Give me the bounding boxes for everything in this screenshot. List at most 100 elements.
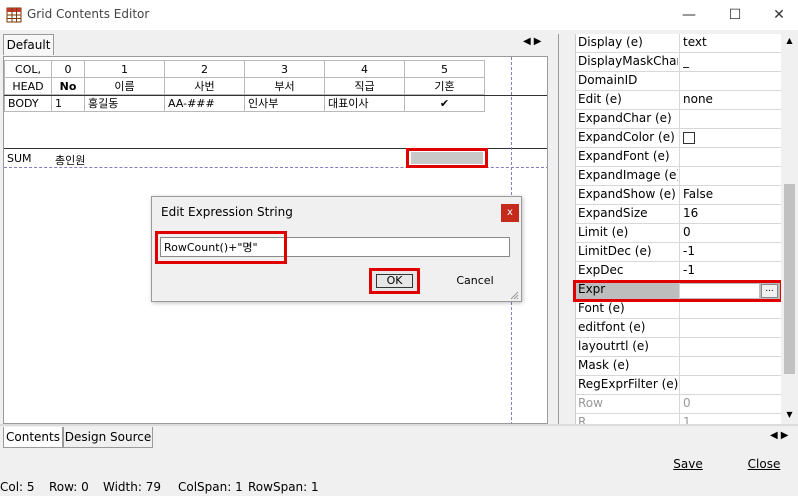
- head-cell[interactable]: 사번: [164, 77, 245, 95]
- head-cell[interactable]: 기혼: [404, 77, 485, 95]
- edit-expression-dialog: Edit Expression String x OK Cancel: [151, 196, 522, 302]
- property-row[interactable]: editfont (e): [576, 319, 781, 338]
- expression-highlight-box: [155, 231, 287, 264]
- tab-scroll-arrows[interactable]: ◀▶: [523, 36, 544, 47]
- ok-focus-rect: [376, 274, 413, 288]
- property-row[interactable]: ExpDec -1: [576, 262, 781, 281]
- property-name: Mask (e): [578, 358, 630, 372]
- property-name: RegExprFilter (e): [578, 377, 678, 391]
- property-name: ExpDec: [578, 263, 624, 277]
- sum-cell-highlight-box: [406, 148, 488, 168]
- head-cell[interactable]: 부서: [244, 77, 325, 95]
- property-name: editfont (e): [578, 320, 646, 334]
- col-index-cell[interactable]: 5: [404, 60, 485, 78]
- property-separator: [679, 300, 680, 319]
- tab-contents[interactable]: Contents: [3, 427, 63, 448]
- col-index-cell[interactable]: 3: [244, 60, 325, 78]
- col-index-row: COL, 0 1 2 3 4 5: [4, 60, 485, 78]
- property-row[interactable]: ExpandFont (e): [576, 148, 781, 167]
- property-value[interactable]: -1: [683, 244, 778, 258]
- col-index-cell[interactable]: 2: [164, 60, 245, 78]
- color-swatch-checkbox[interactable]: [683, 132, 695, 144]
- property-name: ExpandSize: [578, 206, 648, 220]
- property-value[interactable]: 0: [683, 396, 778, 410]
- col-index-cell[interactable]: 4: [324, 60, 405, 78]
- property-row[interactable]: Row 0: [576, 395, 781, 414]
- property-row[interactable]: ExpandShow (e) False: [576, 186, 781, 205]
- tab-default[interactable]: Default: [3, 34, 54, 55]
- property-row[interactable]: ExpandChar (e): [576, 110, 781, 129]
- body-cell[interactable]: 인사부: [244, 94, 325, 112]
- body-cell[interactable]: AA-###: [164, 94, 245, 112]
- minimize-button[interactable]: —: [666, 0, 712, 30]
- resize-grip-icon[interactable]: [509, 290, 519, 300]
- property-separator: [679, 357, 680, 376]
- body-checkbox-cell[interactable]: ✔: [404, 94, 485, 112]
- property-row[interactable]: R... 1: [576, 414, 781, 424]
- scroll-down-arrow-icon[interactable]: ▼: [781, 410, 798, 419]
- maximize-button[interactable]: ☐: [712, 0, 758, 30]
- ok-button[interactable]: OK: [369, 268, 420, 294]
- title-bar: Grid Contents Editor — ☐ ✕: [0, 0, 798, 30]
- close-button[interactable]: Close: [740, 457, 788, 471]
- property-row[interactable]: LimitDec (e) -1: [576, 243, 781, 262]
- scroll-thumb[interactable]: [784, 184, 795, 374]
- property-separator: [679, 319, 680, 338]
- property-name: ExpandShow (e): [578, 187, 676, 201]
- property-value[interactable]: [683, 130, 778, 147]
- property-separator: [679, 262, 680, 281]
- head-label: HEAD: [4, 77, 52, 95]
- property-separator: [679, 72, 680, 91]
- scroll-up-arrow-icon[interactable]: ▲: [781, 36, 798, 45]
- property-row[interactable]: Edit (e) none: [576, 91, 781, 110]
- property-row[interactable]: ExpandImage (e): [576, 167, 781, 186]
- head-cell[interactable]: No: [51, 77, 85, 95]
- body-cell[interactable]: 홍길동: [84, 94, 165, 112]
- window-close-button[interactable]: ✕: [756, 0, 798, 30]
- property-name: R...: [578, 415, 598, 424]
- property-value[interactable]: 16: [683, 206, 778, 220]
- status-bar: Col: 5 Row: 0 Width: 79 ColSpan: 1 RowSp…: [0, 478, 798, 496]
- property-value[interactable]: -1: [683, 263, 778, 277]
- property-name: Limit (e): [578, 225, 629, 239]
- property-name: ExpandImage (e): [578, 168, 678, 182]
- col-index-cell[interactable]: 0: [51, 60, 85, 78]
- status-width: Width: 79: [103, 480, 161, 494]
- property-row[interactable]: ExpandSize 16: [576, 205, 781, 224]
- property-row[interactable]: ExpandColor (e): [576, 129, 781, 148]
- property-value[interactable]: _: [683, 54, 778, 68]
- save-button[interactable]: Save: [663, 457, 713, 471]
- property-value[interactable]: text: [683, 35, 778, 49]
- property-value[interactable]: 1: [683, 415, 778, 424]
- col-index-cell[interactable]: 1: [84, 60, 165, 78]
- head-cell[interactable]: 직급: [324, 77, 405, 95]
- property-name: ExpandColor (e): [578, 130, 675, 144]
- body-cell[interactable]: 1: [51, 94, 85, 112]
- head-cell[interactable]: 이름: [84, 77, 165, 95]
- bottom-divider: [0, 424, 798, 426]
- property-value[interactable]: False: [683, 187, 778, 201]
- property-scrollbar[interactable]: ▲ ▼: [781, 34, 798, 424]
- property-separator: [679, 91, 680, 110]
- property-row[interactable]: DisplayMaskChar _: [576, 53, 781, 72]
- dialog-close-button[interactable]: x: [501, 204, 519, 222]
- property-row[interactable]: RegExprFilter (e): [576, 376, 781, 395]
- tab-design-source[interactable]: Design Source: [63, 427, 153, 448]
- property-separator: [679, 414, 680, 424]
- property-row[interactable]: DomainID: [576, 72, 781, 91]
- property-name: ExpandFont (e): [578, 149, 670, 163]
- cancel-button[interactable]: Cancel: [449, 271, 501, 291]
- sum-cell-total[interactable]: 총인원: [55, 152, 85, 168]
- body-cell[interactable]: 대표이사: [324, 94, 405, 112]
- property-row[interactable]: Font (e): [576, 300, 781, 319]
- property-value[interactable]: 0: [683, 225, 778, 239]
- property-row[interactable]: Limit (e) 0: [576, 224, 781, 243]
- property-row[interactable]: Display (e) text: [576, 34, 781, 53]
- property-row[interactable]: Mask (e): [576, 357, 781, 376]
- property-value[interactable]: none: [683, 92, 778, 106]
- bottom-tab-scroll-arrows[interactable]: ◀▶: [770, 430, 791, 441]
- property-row[interactable]: layoutrtl (e): [576, 338, 781, 357]
- property-separator: [679, 338, 680, 357]
- property-separator: [679, 376, 680, 395]
- property-separator: [679, 34, 680, 53]
